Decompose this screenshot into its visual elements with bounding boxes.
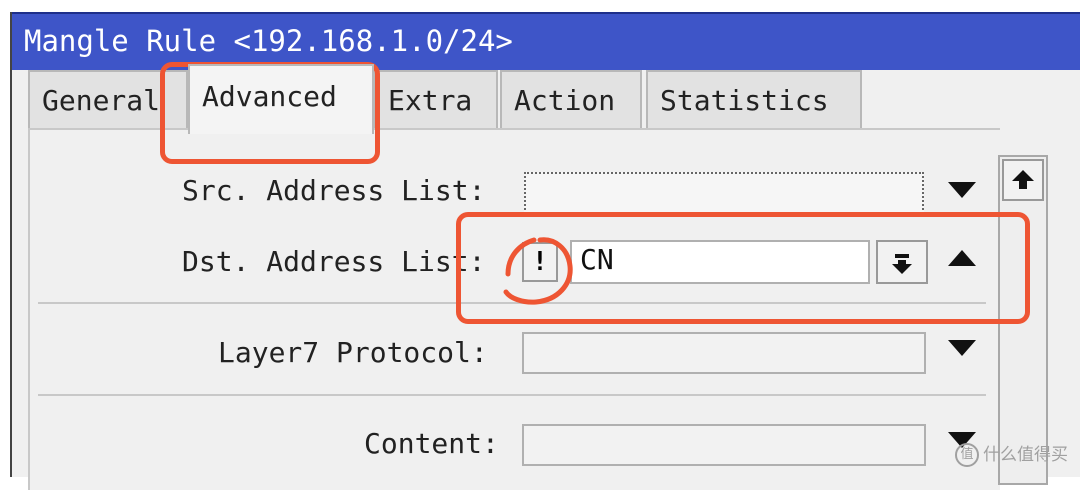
tab-action[interactable]: Action — [500, 70, 642, 128]
src-address-list-input[interactable] — [524, 172, 924, 214]
watermark: 值什么值得买 — [955, 440, 1068, 467]
content-input[interactable] — [522, 424, 926, 466]
layer7-protocol-input[interactable] — [522, 332, 926, 374]
dropdown-arrow-icon[interactable] — [948, 340, 976, 356]
dropdown-arrow-down-icon[interactable] — [876, 240, 928, 284]
dst-address-list-label: Dst. Address List: — [182, 245, 486, 278]
watermark-logo-icon: 值 — [955, 443, 979, 467]
tab-statistics[interactable]: Statistics — [646, 70, 862, 128]
content-label: Content: — [364, 427, 499, 460]
collapse-arrow-icon[interactable] — [948, 250, 976, 266]
scrollbar[interactable] — [998, 155, 1048, 485]
tab-advanced[interactable]: Advanced — [188, 64, 374, 134]
scroll-up-button[interactable] — [1002, 159, 1044, 201]
dst-address-list-input[interactable]: CN — [570, 240, 870, 284]
window-title: Mangle Rule <192.168.1.0/24> — [24, 24, 513, 58]
tab-general[interactable]: General — [28, 70, 188, 128]
tab-extra[interactable]: Extra — [374, 70, 498, 128]
title-bar[interactable]: Mangle Rule <192.168.1.0/24> — [12, 12, 1080, 70]
layer7-protocol-label: Layer7 Protocol: — [218, 336, 488, 369]
src-address-list-label: Src. Address List: — [182, 174, 486, 207]
annotation-circle — [503, 237, 573, 305]
divider — [38, 394, 986, 396]
arrow-up-icon — [1012, 170, 1034, 189]
dropdown-arrow-icon[interactable] — [948, 182, 976, 198]
